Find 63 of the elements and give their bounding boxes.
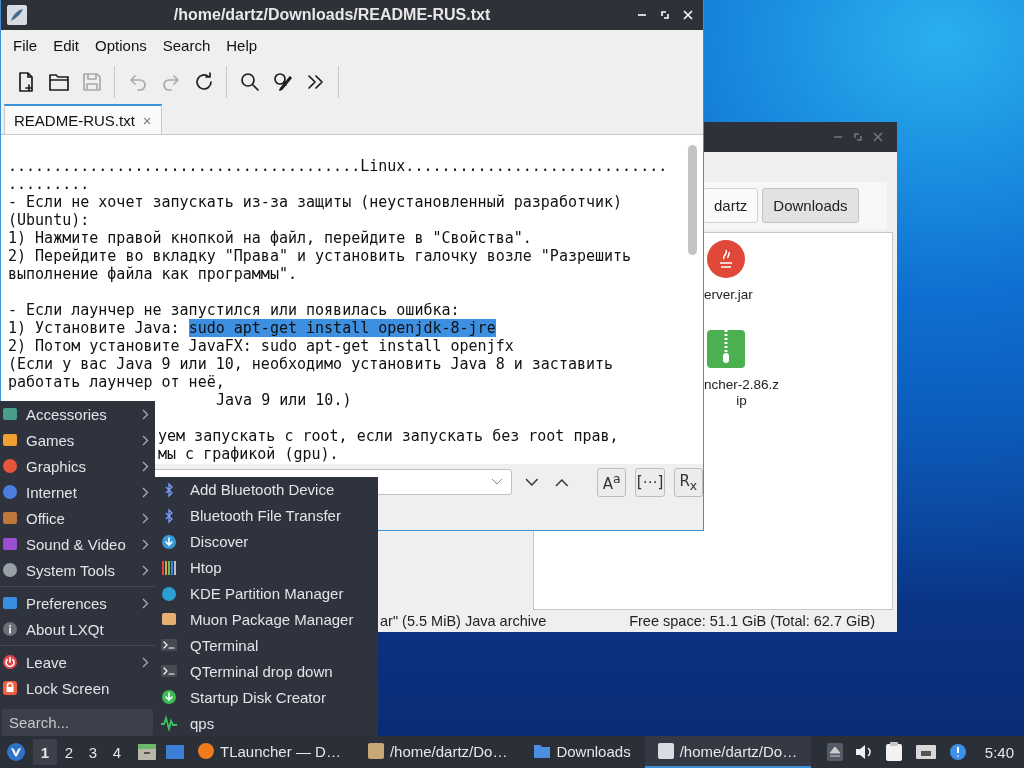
text-line: выполнение файла как программы".: [8, 265, 297, 283]
path-button[interactable]: dartz: [703, 188, 759, 223]
menu-item[interactable]: Lock Screen: [0, 675, 155, 701]
menu-item[interactable]: Sound & Video: [0, 531, 155, 557]
task-button[interactable]: TLauncher — D…: [185, 736, 355, 768]
text-line: уем запускать с root, если запускать без root прав,: [158, 427, 619, 445]
menu-item[interactable]: Accessories: [0, 401, 155, 427]
text-line: мы с графикой (gpu).: [158, 445, 339, 463]
text-line: - Если не хочет запускать из-за защиты (неустановленный разработчик): [8, 193, 623, 211]
text-line: - Если лаунчер не запустился или появилась ошибка:: [8, 301, 460, 319]
file-tab[interactable]: README-RUS.txt ×: [4, 104, 162, 134]
menu-item[interactable]: Internet: [0, 479, 155, 505]
menu-item[interactable]: Leave: [0, 649, 155, 675]
regex-button[interactable]: R$_{x}$: [673, 467, 703, 497]
menu-item[interactable]: Htop: [155, 554, 378, 581]
menu-item[interactable]: System Tools: [0, 557, 155, 583]
menu-item[interactable]: File: [5, 36, 46, 54]
menu-item[interactable]: QTerminal drop down: [155, 658, 378, 685]
file-name[interactable]: erver.jar: [704, 287, 753, 303]
menu-item[interactable]: Discover: [155, 528, 378, 555]
text-line: 2) Потом установите JavaFX: sudo apt-get install openjfx: [8, 337, 514, 355]
text-line: Java 9 или 10.): [216, 391, 352, 409]
menu-item[interactable]: Options: [87, 36, 155, 54]
task-button[interactable]: /home/dartz/Do…: [354, 736, 522, 768]
text-line: .......................................Linux.............................: [8, 157, 668, 175]
file-name[interactable]: ncher-2.86.z ip: [704, 377, 780, 409]
free-space-text: Free space: 51.1 GiB (Total: 62.7 GiB): [629, 613, 875, 629]
clock: 5:40: [984, 743, 1014, 761]
text-line: (Ubuntu):: [8, 211, 90, 229]
workspace-button[interactable]: 4: [105, 739, 129, 765]
menu-item[interactable]: Office: [0, 505, 155, 531]
text-line: (Если у вас Java 9 или 10, необходимо установить Java 8 и заставить: [8, 355, 614, 373]
menu-item[interactable]: Preferences: [0, 590, 155, 616]
close-tab-button[interactable]: ×: [142, 111, 152, 129]
text-line: .........: [8, 175, 90, 193]
whole-word-button[interactable]: [⋯]: [635, 467, 665, 497]
menu-item[interactable]: KDE Partition Manager: [155, 580, 378, 607]
menu-item[interactable]: Bluetooth File Transfer: [155, 502, 378, 529]
menu-item[interactable]: Graphics: [0, 453, 155, 479]
menu-item[interactable]: Help: [218, 36, 266, 54]
workspace-button[interactable]: 3: [81, 739, 105, 765]
menu-item[interactable]: About LXQt: [0, 616, 155, 642]
search-field[interactable]: Search...: [2, 709, 153, 736]
task-button[interactable]: Downloads: [521, 736, 645, 768]
text-line: 1) Нажмите правой кнопкой на файл, перейдите в "Свойства".: [8, 229, 532, 247]
task-button[interactable]: /home/dartz/Do…: [644, 736, 812, 768]
menu-item[interactable]: Add Bluetooth Device: [155, 477, 378, 503]
text-line: работать лаунчер от неё,: [8, 373, 225, 391]
menu-item[interactable]: QTerminal: [155, 632, 378, 659]
menu-item[interactable]: Edit: [45, 36, 88, 54]
menu-item[interactable]: qps: [155, 710, 378, 737]
workspace-button[interactable]: 1: [33, 739, 57, 765]
match-case-button[interactable]: A$^{a}$: [597, 467, 627, 497]
menu-item[interactable]: Games: [0, 427, 155, 453]
menu-item[interactable]: Startup Disk Creator: [155, 684, 378, 711]
window-title: /home/dartz/Downloads/README-RUS.txt: [172, 6, 492, 24]
status-text: ar" (5.5 MiB) Java archive: [380, 613, 547, 629]
text-line: 2) Перейдите во вкладку "Права" и установить галочку возле "Разрешить: [8, 247, 632, 265]
menu-item[interactable]: Search: [154, 36, 219, 54]
menu-item[interactable]: Muon Package Manager: [155, 606, 378, 633]
workspace-button[interactable]: 2: [57, 739, 81, 765]
text-line: 1) Установите Java: sudo apt-get install openjdk-8-jre: [8, 319, 496, 337]
path-button[interactable]: Downloads: [762, 188, 859, 223]
